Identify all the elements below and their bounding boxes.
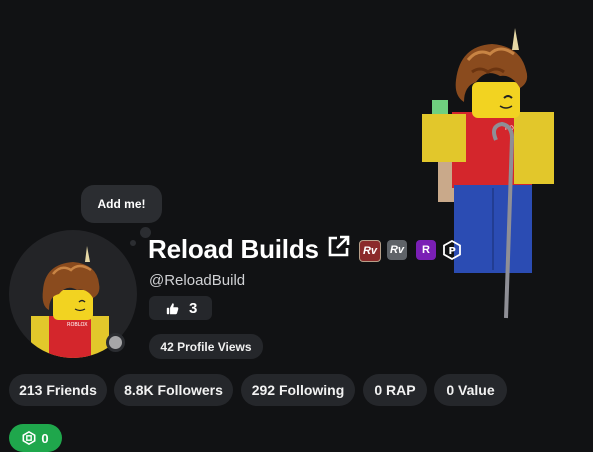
badge-text: Rv [362,245,378,257]
badge-text: R [422,244,430,256]
value-stat-label: 0 Value [446,382,495,398]
thumbs-up-icon [166,302,179,314]
external-link-icon[interactable] [327,234,351,258]
friends-stat-button[interactable]: 213 Friends [9,374,107,406]
friends-stat-label: 213 Friends [19,382,97,398]
purple-r-icon[interactable]: R [416,240,436,260]
presence-status-indicator [106,333,125,352]
rap-stat-button[interactable]: 0 RAP [363,374,427,406]
add-me-label: Add me! [97,197,146,211]
value-stat-button[interactable]: 0 Value [434,374,507,406]
hexagon-p-icon[interactable]: P [442,240,462,260]
like-button[interactable]: 3 [149,296,212,320]
rolimons-grey-icon[interactable]: Rv [387,240,407,260]
followers-stat-button[interactable]: 8.8K Followers [114,374,233,406]
robux-balance-badge[interactable]: 0 [9,424,62,452]
like-count: 3 [189,299,198,317]
bubble-tail-dot-small [130,240,136,246]
following-stat-button[interactable]: 292 Following [241,374,355,406]
svg-text:P: P [449,246,456,257]
username: @ReloadBuild [149,272,246,289]
badge-text: Rv [389,244,405,256]
profile-views-badge: 42 Profile Views [149,334,263,359]
avatar-fullbody-image: ROBLOX [422,28,554,319]
following-stat-label: 292 Following [251,382,345,398]
svg-text:ROBLOX: ROBLOX [67,322,88,328]
profile-views-label: 42 Profile Views [160,339,252,354]
display-name: Reload Builds [148,234,319,264]
rolimons-verified-icon[interactable]: Rv [359,240,381,262]
followers-stat-label: 8.8K Followers [124,382,223,398]
rap-stat-label: 0 RAP [374,382,416,398]
robux-icon [22,431,36,445]
robux-balance-value: 0 [41,430,49,446]
add-me-bubble[interactable]: Add me! [81,185,162,223]
